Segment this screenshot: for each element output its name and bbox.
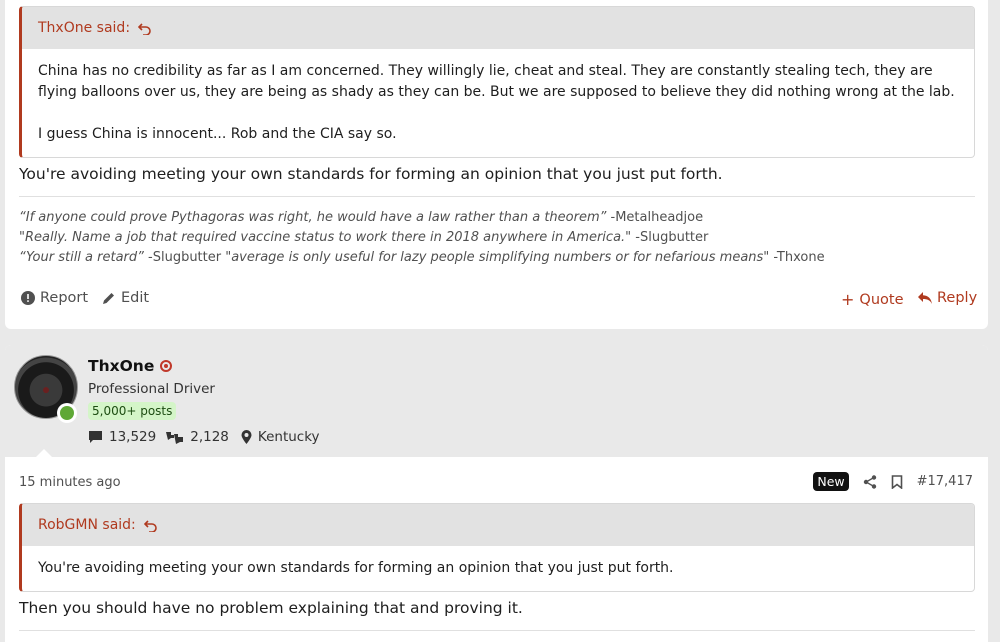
location-pin-icon <box>241 430 252 444</box>
username-text[interactable]: ThxOne <box>88 357 154 375</box>
user-info-bar: ThxOne Professional Driver 5,000+ posts … <box>5 345 988 458</box>
signature-divider <box>19 196 975 197</box>
signature-quote: “Your still a retard” <box>19 250 144 265</box>
plus-icon: + <box>841 290 855 309</box>
signature-attribution: -Slugbutter <box>631 230 709 245</box>
pencil-icon <box>103 293 114 304</box>
user-stats: 13,529 2,128 Kentucky <box>88 429 320 445</box>
signature-line: “Your still a retard” -Slugbutter "avera… <box>19 248 825 268</box>
edit-button[interactable]: Edit <box>102 290 149 306</box>
edit-label: Edit <box>121 290 150 306</box>
post-time[interactable]: 15 minutes ago <box>19 475 121 490</box>
posts-badge: 5,000+ posts <box>88 402 177 420</box>
quote-label: Quote <box>859 291 904 308</box>
post-actions: Report Edit + Quote Reply <box>19 290 977 312</box>
signature-attribution: -Slugbutter <box>143 250 226 265</box>
new-badge: New <box>813 472 849 491</box>
user-badge-icon <box>160 360 173 372</box>
message-icon <box>89 431 102 443</box>
quote-author[interactable]: RobGMN said: <box>38 517 136 533</box>
quote-paragraph: China has no credibility as far as I am … <box>38 63 955 100</box>
signature: “If anyone could prove Pythagoras was ri… <box>19 208 825 268</box>
reaction-score: 2,128 <box>190 429 229 445</box>
signature-line: “If anyone could prove Pythagoras was ri… <box>19 208 825 228</box>
user-location[interactable]: Kentucky <box>258 429 320 445</box>
bookmark-icon[interactable] <box>891 474 903 489</box>
user-title: Professional Driver <box>88 381 215 397</box>
quote-header[interactable]: RobGMN said: <box>22 504 974 546</box>
jump-to-quote-icon[interactable] <box>138 21 152 35</box>
reply-label: Reply <box>937 290 978 306</box>
signature-quote: “If anyone could prove Pythagoras was ri… <box>19 210 607 225</box>
online-status-icon <box>57 403 77 423</box>
post-message: You're avoiding meeting your own standar… <box>19 165 723 183</box>
post-message: Then you should have no problem explaini… <box>19 599 523 617</box>
quote-block: RobGMN said: You're avoiding meeting you… <box>19 503 975 592</box>
quote-body: You're avoiding meeting your own standar… <box>22 546 974 591</box>
signature-divider <box>19 630 975 631</box>
username[interactable]: ThxOne <box>88 357 173 375</box>
quote-header[interactable]: ThxOne said: <box>22 7 974 49</box>
reply-button[interactable]: Reply <box>918 290 977 306</box>
alert-icon <box>21 291 35 305</box>
post-current: ThxOne Professional Driver 5,000+ posts … <box>5 345 988 642</box>
userbar-pointer <box>35 449 53 458</box>
report-label: Report <box>40 290 89 306</box>
signature-quote: "average is only useful for lazy people … <box>225 250 770 265</box>
quote-paragraph: You're avoiding meeting your own standar… <box>38 560 674 576</box>
post-meta-actions: New #17,417 <box>813 472 973 491</box>
quote-button[interactable]: + Quote <box>841 290 904 309</box>
signature-line: "Really. Name a job that required vaccin… <box>19 228 825 248</box>
post-previous: ThxOne said: China has no credibility as… <box>5 0 988 329</box>
jump-to-quote-icon[interactable] <box>143 518 158 532</box>
message-count: 13,529 <box>109 429 157 445</box>
quote-author[interactable]: ThxOne said: <box>38 20 130 36</box>
quote-block: ThxOne said: China has no credibility as… <box>19 6 975 158</box>
post-number[interactable]: #17,417 <box>917 474 973 489</box>
reactions-icon <box>166 432 184 444</box>
quote-body: China has no credibility as far as I am … <box>22 49 974 157</box>
report-button[interactable]: Report <box>21 290 88 306</box>
signature-attribution: -Metalheadjoe <box>606 210 704 225</box>
reply-icon <box>918 292 932 304</box>
share-icon[interactable] <box>863 474 877 489</box>
quote-paragraph: I guess China is innocent... Rob and the… <box>38 126 397 142</box>
signature-attribution: -Thxone <box>769 250 825 265</box>
signature-quote: "Really. Name a job that required vaccin… <box>19 230 632 245</box>
